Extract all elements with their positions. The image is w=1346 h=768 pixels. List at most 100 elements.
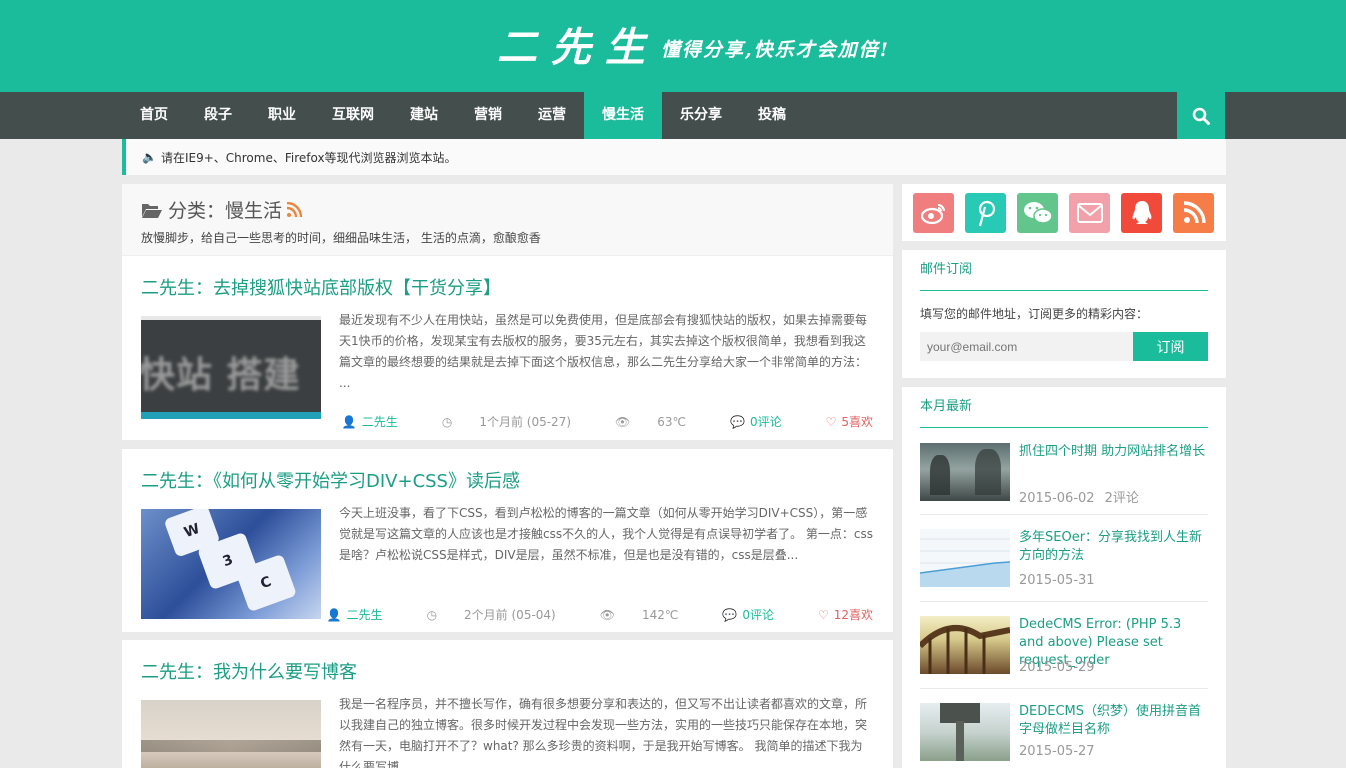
post-thumbnail[interactable]: 快站 搭建 xyxy=(141,316,321,419)
wechat-button[interactable] xyxy=(1017,193,1058,233)
post-card: 二先生：我为什么要写博客 我是一名程序员，并不擅长写作，确有很多想要分享和表达的… xyxy=(122,640,893,768)
category-title: 分类：慢生活 xyxy=(168,200,283,222)
search-icon xyxy=(1192,107,1210,125)
nav-item-career[interactable]: 职业 xyxy=(250,92,314,139)
eye-icon: 👁 xyxy=(615,414,631,429)
user-icon: 👤 xyxy=(341,414,357,429)
social-links xyxy=(902,184,1226,241)
nav-item-submit[interactable]: 投稿 xyxy=(740,92,804,139)
latest-post-meta: 2015-05-31 xyxy=(1019,573,1095,588)
nav-item-sharing[interactable]: 乐分享 xyxy=(662,92,740,139)
post-thumbnail[interactable]: W 3 C xyxy=(141,509,321,619)
nav-item-slow-life[interactable]: 慢生活 xyxy=(584,92,662,139)
latest-post-date: 2015-05-31 xyxy=(1019,573,1095,588)
post-author[interactable]: 二先生 xyxy=(347,606,383,623)
pinterest-button[interactable] xyxy=(965,193,1006,233)
keycap-label: 3 xyxy=(220,551,236,571)
post-views: 63℃ xyxy=(657,414,686,429)
mail-icon xyxy=(1076,203,1103,223)
volume-icon: 🔈 xyxy=(142,150,157,164)
latest-post-thumbnail[interactable] xyxy=(920,443,1010,501)
email-button[interactable] xyxy=(1069,193,1110,233)
post-title[interactable]: 二先生：去掉搜狐快站底部版权【干货分享】 xyxy=(141,274,874,300)
latest-posts-title: 本月最新 xyxy=(902,387,1226,428)
nav-item-marketing[interactable]: 营销 xyxy=(456,92,520,139)
latest-post-comments: 2评论 xyxy=(1104,491,1139,506)
heart-icon: ♡ xyxy=(817,607,829,622)
latest-post-meta: 2015-05-29 xyxy=(1019,660,1095,675)
latest-post-date: 2015-06-02 xyxy=(1019,491,1095,506)
notice-bar: 🔈 请在IE9+、Chrome、Firefox等现代浏览器浏览本站。 xyxy=(122,139,1226,175)
mail-subscribe-box: 邮件订阅 填写您的邮件地址，订阅更多的精彩内容： 订阅 xyxy=(902,250,1226,378)
nav-item-home[interactable]: 首页 xyxy=(122,92,186,139)
site-logo[interactable]: 二先生 懂得分享,快乐才会加倍! xyxy=(497,18,890,71)
category-header: 分类：慢生活 放慢脚步，给自己一些思考的时间，细细品味生活， 生活的点滴，愈酿愈… xyxy=(122,184,893,256)
nav-item-website[interactable]: 建站 xyxy=(392,92,456,139)
nav-item-internet[interactable]: 互联网 xyxy=(314,92,392,139)
latest-post-date: 2015-05-27 xyxy=(1019,744,1095,759)
post-author[interactable]: 二先生 xyxy=(362,413,398,430)
heart-icon: ♡ xyxy=(825,414,837,429)
latest-post-meta: 2015-06-02 2评论 xyxy=(1019,487,1139,506)
clock-icon: ◷ xyxy=(426,607,438,622)
mail-subscribe-desc: 填写您的邮件地址，订阅更多的精彩内容： xyxy=(920,307,1149,321)
user-icon: 👤 xyxy=(326,607,342,622)
latest-post-item[interactable]: DedeCMS Error: (PHP 5.3 and above) Pleas… xyxy=(920,602,1208,689)
post-comments[interactable]: 0评论 xyxy=(750,413,782,430)
post-likes[interactable]: 5喜欢 xyxy=(841,413,873,430)
weibo-button[interactable] xyxy=(913,193,954,233)
subscribe-button[interactable]: 订阅 xyxy=(1133,332,1208,361)
post-excerpt: 我是一名程序员，并不擅长写作，确有很多想要分享和表达的，但又写不出让读者都喜欢的… xyxy=(339,697,868,768)
post-thumbnail[interactable] xyxy=(141,700,321,768)
post-time: 1个月前 (05-27) xyxy=(479,415,572,429)
qq-icon xyxy=(1132,201,1151,224)
latest-posts-box: 本月最新 抓住四个时期 助力网站排名增长 2015-06-02 2评论 多年SEO… xyxy=(902,387,1226,768)
latest-post-item[interactable]: 多年SEOer：分享我找到人生新方向的方法 2015-05-31 xyxy=(920,515,1208,602)
email-field[interactable] xyxy=(920,332,1133,361)
rss-icon[interactable] xyxy=(286,201,303,218)
notice-text: 请在IE9+、Chrome、Firefox等现代浏览器浏览本站。 xyxy=(160,150,457,165)
mail-subscribe-title: 邮件订阅 xyxy=(902,250,1226,291)
latest-post-thumbnail[interactable] xyxy=(920,529,1010,587)
post-card: 二先生：《如何从零开始学习DIV+CSS》读后感 W 3 C 今天上班没事，看了… xyxy=(122,449,893,632)
post-excerpt: 今天上班没事，看了下CSS，看到卢松松的博客的一篇文章（如何从零开始学习DIV+… xyxy=(339,506,874,562)
line-chart-thumbnail xyxy=(920,538,1010,587)
latest-post-thumbnail[interactable] xyxy=(920,703,1010,761)
latest-post-item[interactable]: DEDECMS（织梦）使用拼音首字母做栏目名称 2015-05-27 xyxy=(920,689,1208,768)
latest-post-thumbnail[interactable] xyxy=(920,616,1010,674)
keycap-label: W xyxy=(181,520,202,542)
rss-icon xyxy=(1183,201,1206,224)
nav-item-jokes[interactable]: 段子 xyxy=(186,92,250,139)
eye-icon: 👁 xyxy=(599,607,615,622)
latest-post-title[interactable]: 多年SEOer：分享我找到人生新方向的方法 xyxy=(1019,530,1202,563)
post-time: 2个月前 (05-04) xyxy=(464,608,556,622)
wechat-icon xyxy=(1023,202,1053,224)
site-header: 二先生 懂得分享,快乐才会加倍! xyxy=(0,0,1346,92)
post-title[interactable]: 二先生：《如何从零开始学习DIV+CSS》读后感 xyxy=(141,467,874,493)
latest-post-item[interactable]: 抓住四个时期 助力网站排名增长 2015-06-02 2评论 xyxy=(920,428,1208,515)
comment-icon: 💬 xyxy=(730,414,745,429)
clock-icon: ◷ xyxy=(441,414,453,429)
rss-button[interactable] xyxy=(1173,193,1214,233)
thumbnail-text: 快站 搭建 xyxy=(141,355,301,396)
post-title[interactable]: 二先生：我为什么要写博客 xyxy=(141,658,874,684)
post-card: 二先生：去掉搜狐快站底部版权【干货分享】 快站 搭建 最近发现有不少人在用快站，… xyxy=(122,256,893,440)
main-nav: 首页 段子 职业 互联网 建站 营销 运营 慢生活 乐分享 投稿 xyxy=(0,92,1346,139)
post-comments[interactable]: 0评论 xyxy=(742,606,774,623)
latest-post-date: 2015-05-29 xyxy=(1019,660,1095,675)
logo-title: 二先生 xyxy=(497,24,659,71)
latest-post-title[interactable]: DEDECMS（织梦）使用拼音首字母做栏目名称 xyxy=(1019,704,1201,737)
comment-icon: 💬 xyxy=(722,607,738,622)
post-likes[interactable]: 12喜欢 xyxy=(834,606,873,623)
qq-button[interactable] xyxy=(1121,193,1162,233)
sidebar: 邮件订阅 填写您的邮件地址，订阅更多的精彩内容： 订阅 本月最新 抓住四个时期 … xyxy=(902,184,1226,768)
keycap-label: C xyxy=(258,573,274,593)
nav-item-operations[interactable]: 运营 xyxy=(520,92,584,139)
search-button[interactable] xyxy=(1177,92,1225,139)
bridge-thumbnail xyxy=(920,625,1010,674)
post-excerpt: 最近发现有不少人在用快站，虽然是可以免费使用，但是底部会有搜狐快站的版权，如果去… xyxy=(339,313,868,390)
folder-open-icon xyxy=(142,203,162,218)
logo-slogan: 懂得分享,快乐才会加倍! xyxy=(661,38,890,61)
latest-post-title[interactable]: 抓住四个时期 助力网站排名增长 xyxy=(1019,444,1205,459)
weibo-icon xyxy=(920,204,945,224)
